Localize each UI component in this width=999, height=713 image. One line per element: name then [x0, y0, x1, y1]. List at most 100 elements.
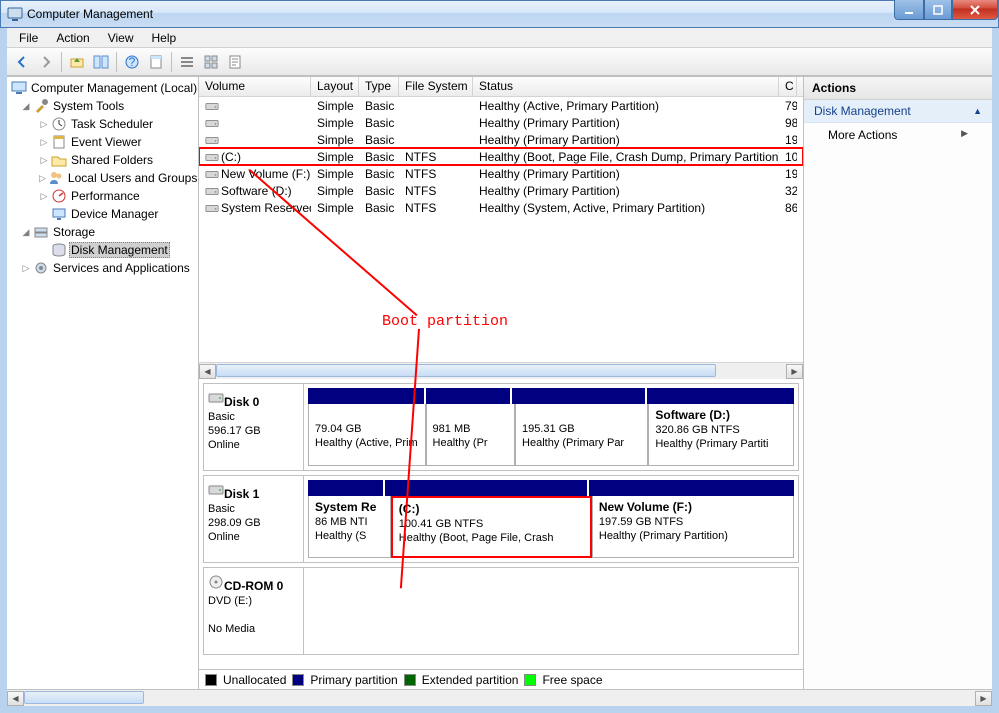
- partition-cell[interactable]: (C:)100.41 GB NTFSHealthy (Boot, Page Fi…: [391, 496, 592, 558]
- actions-header: Actions: [804, 77, 992, 100]
- volume-row[interactable]: Software (D:)SimpleBasicNTFSHealthy (Pri…: [199, 182, 803, 199]
- expand-icon[interactable]: ▷: [39, 191, 49, 202]
- toolbar-btn-7[interactable]: [224, 51, 246, 73]
- tree-shared-folders[interactable]: ▷Shared Folders: [9, 151, 196, 169]
- event-icon: [51, 134, 67, 150]
- annotation-label: Boot partition: [382, 313, 508, 330]
- menu-help[interactable]: Help: [144, 29, 185, 47]
- partition-cell[interactable]: System Re86 MB NTIHealthy (S: [308, 496, 391, 558]
- expand-icon[interactable]: ▷: [39, 155, 49, 166]
- col-layout[interactable]: Layout: [311, 77, 359, 96]
- partition-cell[interactable]: Software (D:)320.86 GB NTFSHealthy (Prim…: [648, 404, 794, 466]
- volume-list-scrollbar[interactable]: ◀ ▶: [199, 362, 803, 379]
- partition-cell[interactable]: 981 MBHealthy (Pr: [426, 404, 515, 466]
- disk-map[interactable]: Disk 0Basic596.17 GBOnline79.04 GBHealth…: [199, 379, 803, 669]
- actions-more[interactable]: More Actions▶: [804, 123, 992, 147]
- titlebar: Computer Management: [0, 0, 999, 28]
- expand-icon[interactable]: ▷: [21, 263, 31, 274]
- volume-status: Healthy (Primary Partition): [473, 133, 779, 147]
- volume-row[interactable]: SimpleBasicHealthy (Primary Partition)98: [199, 114, 803, 131]
- tools-icon: [33, 98, 49, 114]
- forward-button[interactable]: [35, 51, 57, 73]
- toolbar-btn-4[interactable]: [145, 51, 167, 73]
- partition-cell[interactable]: New Volume (F:)197.59 GB NTFSHealthy (Pr…: [592, 496, 794, 558]
- collapse-icon[interactable]: ◢: [21, 227, 31, 238]
- col-capacity[interactable]: C: [779, 77, 797, 96]
- col-type[interactable]: Type: [359, 77, 399, 96]
- expand-icon[interactable]: ▷: [39, 119, 49, 130]
- menu-view[interactable]: View: [100, 29, 142, 47]
- device-icon: [51, 206, 67, 222]
- legend-unallocated: Unallocated: [223, 673, 286, 687]
- performance-icon: [51, 188, 67, 204]
- storage-icon: [33, 224, 49, 240]
- volume-name: Software (D:): [199, 184, 311, 198]
- actions-section[interactable]: Disk Management▲: [804, 100, 992, 123]
- volume-layout: Simple: [311, 184, 359, 198]
- legend: Unallocated Primary partition Extended p…: [199, 669, 803, 689]
- maximize-button[interactable]: [924, 0, 952, 20]
- col-status[interactable]: Status: [473, 77, 779, 96]
- tree-root[interactable]: Computer Management (Local): [9, 79, 196, 97]
- toolbar-help-button[interactable]: ?: [121, 51, 143, 73]
- volume-layout: Simple: [311, 167, 359, 181]
- expand-icon[interactable]: ▷: [39, 173, 46, 184]
- tree-task-scheduler[interactable]: ▷Task Scheduler: [9, 115, 196, 133]
- scrollbar-thumb[interactable]: [24, 691, 144, 704]
- col-volume[interactable]: Volume: [199, 77, 311, 96]
- scrollbar-track[interactable]: [24, 691, 975, 706]
- toolbar-btn-6[interactable]: [200, 51, 222, 73]
- volume-row[interactable]: New Volume (F:)SimpleBasicNTFSHealthy (P…: [199, 165, 803, 182]
- volume-list-header[interactable]: Volume Layout Type File System Status C: [199, 77, 803, 97]
- tree-local-users[interactable]: ▷Local Users and Groups: [9, 169, 196, 187]
- nav-tree[interactable]: Computer Management (Local) ◢System Tool…: [7, 77, 199, 689]
- disk-row[interactable]: CD-ROM 0DVD (E:)No Media: [203, 567, 799, 655]
- toolbar-btn-1[interactable]: [66, 51, 88, 73]
- collapse-icon[interactable]: ▲: [973, 106, 982, 116]
- chevron-right-icon: ▶: [961, 128, 968, 139]
- volume-row[interactable]: SimpleBasicHealthy (Active, Primary Part…: [199, 97, 803, 114]
- volume-fs: NTFS: [399, 184, 473, 198]
- partition-cell[interactable]: 79.04 GBHealthy (Active, Prim: [308, 404, 426, 466]
- tree-system-tools[interactable]: ◢System Tools: [9, 97, 196, 115]
- drive-icon: [205, 134, 219, 146]
- scroll-left-icon[interactable]: ◀: [7, 691, 24, 706]
- col-filesystem[interactable]: File System: [399, 77, 473, 96]
- menu-action[interactable]: Action: [48, 29, 97, 47]
- tree-performance[interactable]: ▷Performance: [9, 187, 196, 205]
- tree-device-manager[interactable]: Device Manager: [9, 205, 196, 223]
- volume-row[interactable]: System ReservedSimpleBasicNTFSHealthy (S…: [199, 199, 803, 216]
- toolbar-btn-5[interactable]: [176, 51, 198, 73]
- toolbar-btn-2[interactable]: [90, 51, 112, 73]
- scroll-left-icon[interactable]: ◀: [199, 364, 216, 379]
- scroll-right-icon[interactable]: ▶: [786, 364, 803, 379]
- menu-file[interactable]: File: [11, 29, 46, 47]
- expand-icon[interactable]: ▷: [39, 137, 49, 148]
- disk-partitions: 79.04 GBHealthy (Active, Prim981 MBHealt…: [304, 384, 798, 470]
- scrollbar-track[interactable]: [216, 364, 786, 379]
- tree-disk-management[interactable]: Disk Management: [9, 241, 196, 259]
- minimize-button[interactable]: [894, 0, 924, 20]
- volume-layout: Simple: [311, 116, 359, 130]
- scroll-right-icon[interactable]: ▶: [975, 691, 992, 706]
- disk-row[interactable]: Disk 1Basic298.09 GBOnlineSystem Re86 MB…: [203, 475, 799, 563]
- scrollbar-thumb[interactable]: [216, 364, 716, 377]
- volume-row[interactable]: SimpleBasicHealthy (Primary Partition)19: [199, 131, 803, 148]
- tree-storage[interactable]: ◢Storage: [9, 223, 196, 241]
- legend-swatch-extended: [404, 674, 416, 686]
- close-button[interactable]: [952, 0, 998, 20]
- partition-cell[interactable]: 195.31 GBHealthy (Primary Par: [515, 404, 648, 466]
- tree-event-viewer[interactable]: ▷Event Viewer: [9, 133, 196, 151]
- tree-services-apps[interactable]: ▷Services and Applications: [9, 259, 196, 277]
- window-scrollbar[interactable]: ◀ ▶: [7, 689, 992, 706]
- disk-row[interactable]: Disk 0Basic596.17 GBOnline79.04 GBHealth…: [203, 383, 799, 471]
- back-button[interactable]: [11, 51, 33, 73]
- volume-row[interactable]: (C:)SimpleBasicNTFSHealthy (Boot, Page F…: [199, 148, 803, 165]
- close-icon: [969, 5, 981, 15]
- volume-name: [199, 133, 311, 147]
- drive-icon: [205, 100, 219, 112]
- toolbar-separator: [61, 52, 62, 72]
- folder-share-icon: [51, 152, 67, 168]
- collapse-icon[interactable]: ◢: [21, 101, 31, 112]
- volume-capacity: 79: [779, 99, 797, 113]
